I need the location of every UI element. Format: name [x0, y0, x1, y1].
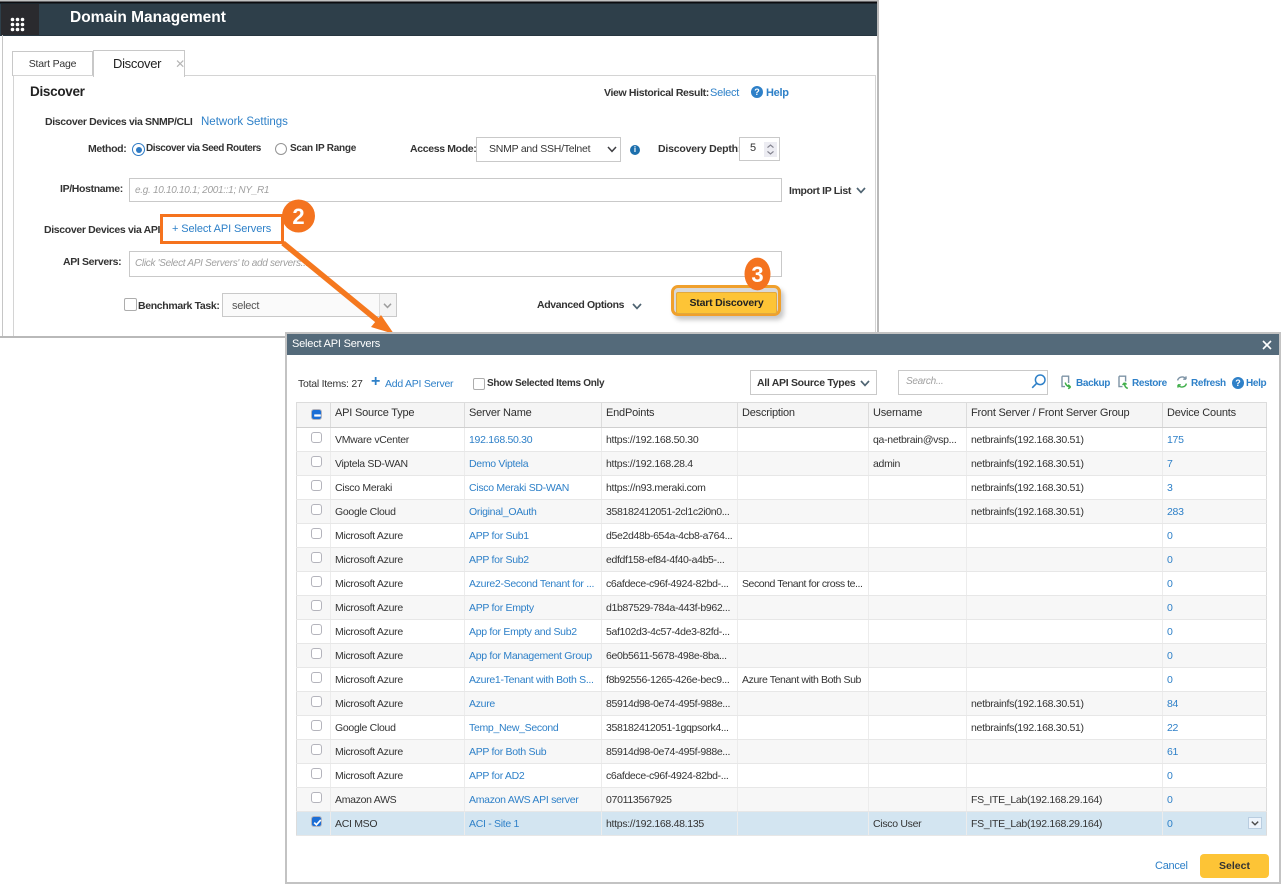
svg-text:2: 2 [292, 204, 304, 229]
svg-text:3: 3 [751, 262, 763, 287]
